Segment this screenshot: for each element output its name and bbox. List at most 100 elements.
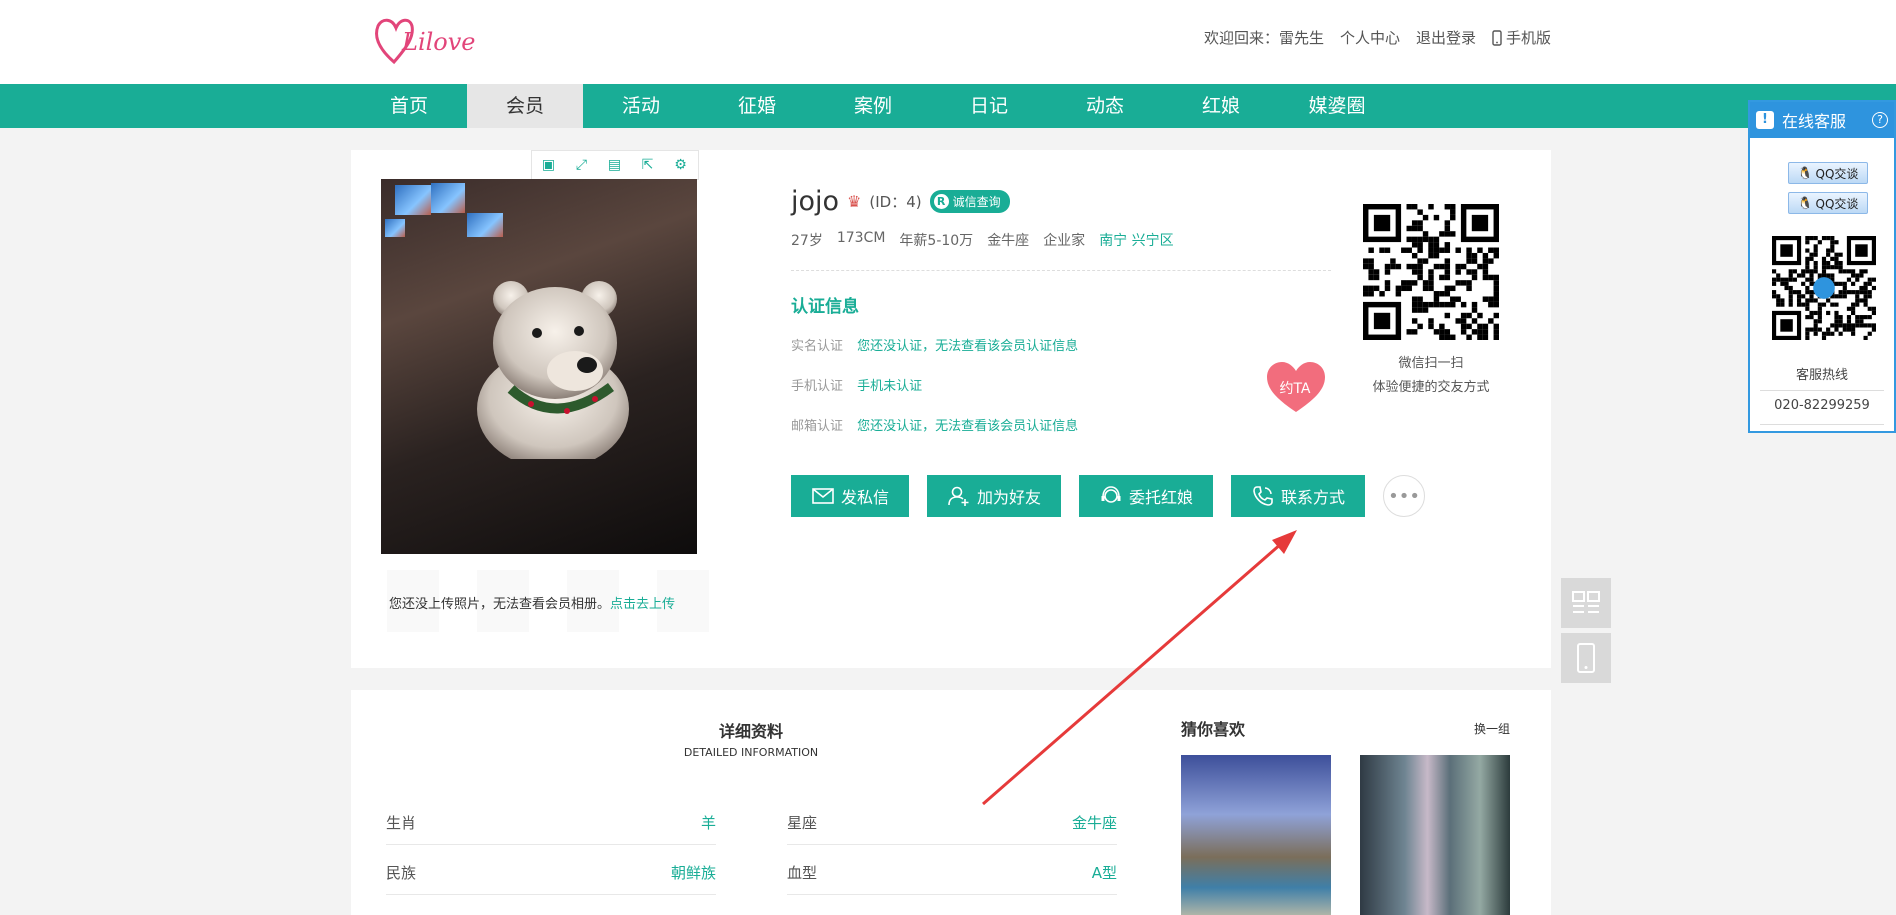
suggested-member-photo[interactable] xyxy=(1360,755,1510,915)
cert-row-email: 邮箱认证 您还没认证，无法查看该会员认证信息 xyxy=(791,415,1078,434)
photo-bg-screen xyxy=(395,185,431,215)
site-logo[interactable]: Lilove xyxy=(372,10,482,70)
cert-label: 实名认证 xyxy=(791,339,844,354)
cert-value[interactable]: 您还没认证，无法查看该会员认证信息 xyxy=(857,419,1078,434)
nav-item[interactable]: 会员 xyxy=(467,84,583,128)
nav-items: 首页 会员 活动 征婚 案例 日记 动态 红娘 媒婆圈 xyxy=(351,84,1395,128)
mobile-version-link[interactable]: 手机版 xyxy=(1492,27,1551,48)
send-message-button[interactable]: 发私信 xyxy=(791,475,910,517)
cert-label: 手机认证 xyxy=(791,379,844,394)
user-attributes: 27岁 173CM 年薪5-10万 金牛座 企业家 南宁 兴宁区 xyxy=(791,230,1174,250)
cert-value[interactable]: 您还没认证，无法查看该会员认证信息 xyxy=(857,339,1078,354)
more-options-icon[interactable]: ••• xyxy=(1383,475,1426,517)
send-message-label: 发私信 xyxy=(841,488,890,507)
user-id: (ID：4) xyxy=(869,193,922,211)
save-icon[interactable]: ▤ xyxy=(598,151,631,179)
date-ta-button[interactable]: 约TA xyxy=(1265,360,1335,420)
nav-item[interactable]: 案例 xyxy=(815,84,931,128)
cert-row-phone: 手机认证 手机未认证 xyxy=(791,375,922,394)
user-height: 173CM xyxy=(836,230,886,246)
divider xyxy=(1760,424,1884,425)
cert-title: 认证信息 xyxy=(791,297,859,317)
detail-row: 生肖 羊 xyxy=(386,800,716,845)
nav-item[interactable]: 活动 xyxy=(583,84,699,128)
share-icon[interactable]: ⇱ xyxy=(631,151,664,179)
detail-value: 金牛座 xyxy=(1071,813,1117,832)
qq-chat-button[interactable]: 🐧 QQ交谈 xyxy=(1788,192,1868,214)
detail-row: 民族 朝鲜族 xyxy=(386,850,716,895)
side-qr-tool[interactable] xyxy=(1561,578,1611,628)
cert-row-realname: 实名认证 您还没认证，无法查看该会员认证信息 xyxy=(791,335,1078,354)
nav-item[interactable]: 媒婆圈 xyxy=(1279,84,1395,128)
user-zodiac: 金牛座 xyxy=(987,233,1030,249)
divider xyxy=(1760,390,1884,391)
add-friend-label: 加为好友 xyxy=(977,488,1042,507)
cert-value[interactable]: 手机未认证 xyxy=(857,379,922,394)
refresh-suggestions-link[interactable]: 换一组 xyxy=(1474,720,1510,737)
service-qr-code xyxy=(1772,236,1876,340)
detail-row: 血型 A型 xyxy=(787,850,1117,895)
action-buttons: 发私信 加为好友 委托红娘 联系方式 ••• xyxy=(791,475,1426,517)
add-user-icon xyxy=(948,486,969,506)
photo-bg-screen xyxy=(385,219,405,237)
detail-label: 生肖 xyxy=(386,813,417,832)
fullscreen-icon[interactable]: ⤢ xyxy=(565,151,598,179)
detail-card: 详细资料 DETAILED INFORMATION 生肖 羊 民族 朝鲜族 星座… xyxy=(351,690,1551,915)
qr-caption: 微信扫一扫 体验便捷的交友方式 xyxy=(1361,352,1501,400)
contact-info-button[interactable]: 联系方式 xyxy=(1231,475,1366,517)
detail-label: 民族 xyxy=(386,863,417,882)
side-mobile-tool[interactable] xyxy=(1561,633,1611,683)
profile-card: ▣ ⤢ ▤ ⇱ ⚙ 您还没上传照片，无法查看会员相册。点击去上传 jojo ♛ … xyxy=(351,150,1551,668)
user-salary: 年薪5-10万 xyxy=(899,233,974,249)
entrust-matchmaker-label: 委托红娘 xyxy=(1129,488,1194,507)
top-links: 欢迎回来：雷先生 个人中心 退出登录 手机版 xyxy=(1204,27,1551,48)
phone-icon xyxy=(1577,643,1595,673)
nav-item[interactable]: 征婚 xyxy=(699,84,815,128)
nav-item[interactable]: 日记 xyxy=(931,84,1047,128)
add-friend-button[interactable]: 加为好友 xyxy=(927,475,1062,517)
nav-item[interactable]: 首页 xyxy=(351,84,467,128)
detail-label: 星座 xyxy=(787,813,818,832)
nav-item[interactable]: 红娘 xyxy=(1163,84,1279,128)
online-service-header: ! 在线客服 ? xyxy=(1750,102,1894,138)
detail-value: 羊 xyxy=(700,813,716,832)
settings-icon[interactable]: ⚙ xyxy=(664,151,697,179)
grid-list-icon xyxy=(1572,591,1600,613)
main-nav: 首页 会员 活动 征婚 案例 日记 动态 红娘 媒婆圈 xyxy=(0,84,1896,128)
qr-line1: 微信扫一扫 xyxy=(1398,356,1464,371)
credit-check-label: 诚信查询 xyxy=(952,195,1001,209)
hotline-label: 客服热线 xyxy=(1795,368,1848,383)
date-ta-label: 约TA xyxy=(1279,381,1311,397)
credit-check-badge[interactable]: R 诚信查询 xyxy=(929,190,1010,213)
guess-you-like-title: 猜你喜欢 xyxy=(1181,720,1246,739)
hotline-number: 020-82299259 xyxy=(1774,398,1870,413)
vip-crown-icon: ♛ xyxy=(847,192,862,211)
help-icon[interactable]: ? xyxy=(1872,112,1888,128)
qr-line2: 体验便捷的交友方式 xyxy=(1372,380,1490,395)
profile-photo[interactable] xyxy=(381,179,697,554)
wechat-qr-code xyxy=(1363,204,1499,340)
welcome-text: 欢迎回来：雷先生 xyxy=(1203,29,1324,47)
envelope-icon xyxy=(812,488,834,504)
user-location[interactable]: 南宁 兴宁区 xyxy=(1099,230,1173,250)
polar-bear-figure xyxy=(477,281,629,459)
entrust-matchmaker-button[interactable]: 委托红娘 xyxy=(1079,475,1214,517)
photo-bg-screen xyxy=(431,183,465,213)
photo-toolbar: ▣ ⤢ ▤ ⇱ ⚙ xyxy=(531,150,699,180)
qq-chat-label: QQ交谈 xyxy=(1815,196,1859,211)
qq-penguin-icon: 🐧 xyxy=(1797,166,1813,180)
fit-icon[interactable]: ▣ xyxy=(532,151,565,179)
site-header: Lilove 欢迎回来：雷先生 个人中心 退出登录 手机版 xyxy=(0,0,1896,84)
phone-call-icon xyxy=(1253,486,1273,506)
qq-penguin-icon: 🐧 xyxy=(1797,196,1813,210)
headset-icon xyxy=(1101,486,1121,503)
user-job: 企业家 xyxy=(1043,233,1086,249)
upload-photo-link[interactable]: 点击去上传 xyxy=(610,597,675,612)
logout-link[interactable]: 退出登录 xyxy=(1416,27,1476,48)
suggested-member-photo[interactable] xyxy=(1181,755,1331,915)
personal-center-link[interactable]: 个人中心 xyxy=(1340,27,1400,48)
username: jojo xyxy=(791,186,840,217)
contact-info-label: 联系方式 xyxy=(1281,488,1346,507)
nav-item[interactable]: 动态 xyxy=(1047,84,1163,128)
qq-chat-button[interactable]: 🐧 QQ交谈 xyxy=(1788,162,1868,184)
